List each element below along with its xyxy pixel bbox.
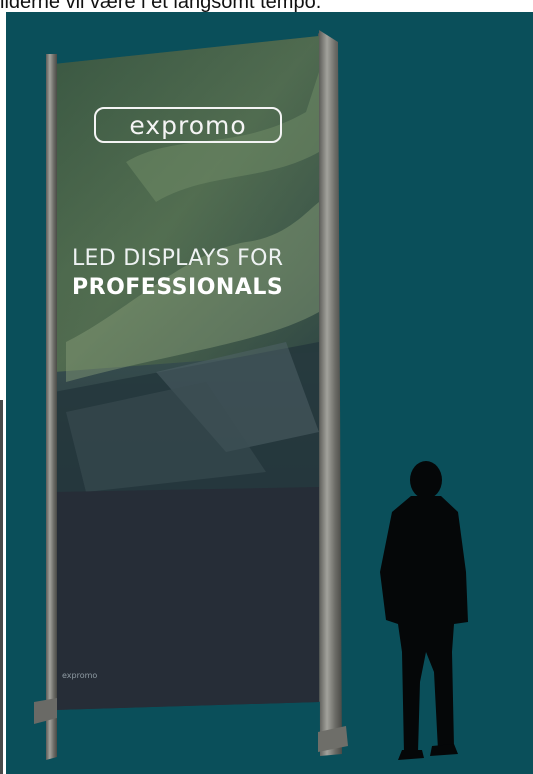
person-silhouette	[380, 461, 468, 760]
left-pole	[46, 54, 57, 760]
logo-text: expromo	[129, 110, 247, 140]
product-photo: expromo LED DISPLAYS FOR PROFESSIONALS e…	[6, 12, 533, 774]
headline-line1: LED DISPLAYS FOR	[72, 246, 284, 271]
footer-logo: expromo	[62, 671, 98, 680]
right-pole	[319, 30, 342, 756]
left-divider	[0, 400, 3, 774]
headline-line2: PROFESSIONALS	[72, 275, 284, 300]
expromo-logo: expromo	[94, 107, 282, 143]
